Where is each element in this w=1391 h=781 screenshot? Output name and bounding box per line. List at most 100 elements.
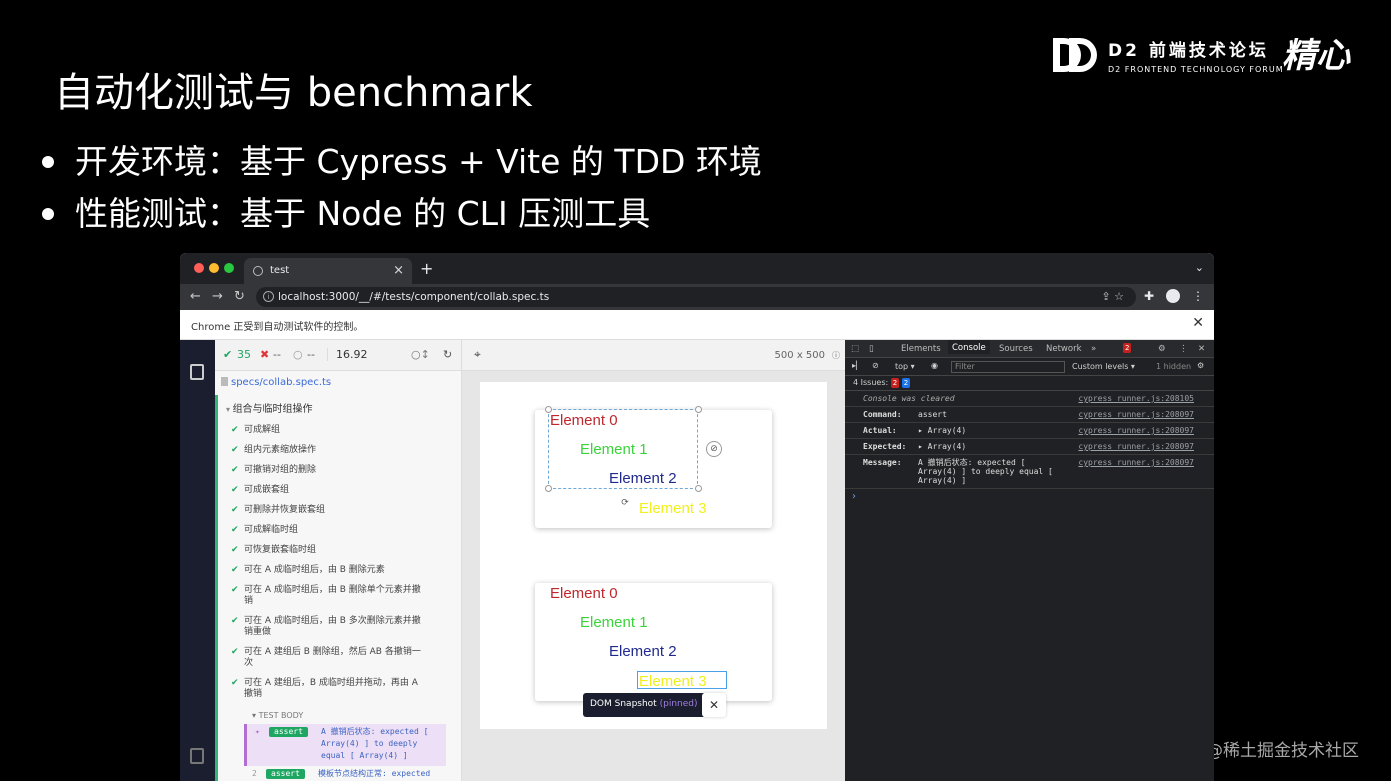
viewport-info-icon[interactable]: ⓘ bbox=[832, 350, 840, 361]
minimize-window-icon[interactable] bbox=[209, 263, 219, 273]
error-count-badge[interactable]: 2 bbox=[1123, 343, 1132, 353]
browser-menu-icon[interactable]: ⋮ bbox=[1192, 289, 1204, 303]
test-item[interactable]: ✔ 可删除并恢复嵌套组 bbox=[218, 501, 427, 521]
pass-check-icon: ✔ bbox=[231, 678, 239, 688]
globe-icon bbox=[253, 266, 263, 276]
test-item[interactable]: ✔ 可在 A 建组后 B 删除组，然后 AB 各撤销一次 bbox=[218, 643, 427, 674]
back-arrow-icon[interactable]: ← bbox=[190, 289, 201, 304]
test-item[interactable]: ✔ 可成解组 bbox=[218, 421, 427, 441]
test-item[interactable]: ✔ 可在 A 成临时组后，由 B 删除单个元素并撤销 bbox=[218, 581, 427, 612]
profile-avatar[interactable] bbox=[1166, 289, 1180, 303]
resize-handle[interactable] bbox=[545, 485, 552, 492]
test-title: 可在 A 成临时组后，由 B 多次删除元素并撤销重做 bbox=[244, 616, 421, 637]
test-item[interactable]: ✔ 可在 A 成临时组后，由 B 多次删除元素并撤销重做 bbox=[218, 612, 427, 643]
command-row[interactable]: 2 assert 模板节点结构正常: expected true to be tru… bbox=[244, 766, 446, 781]
snapshot-close-button[interactable]: ✕ bbox=[702, 693, 726, 717]
console-settings-gear-icon[interactable]: ⚙ bbox=[1197, 361, 1204, 370]
console-log-row[interactable]: Message: A 撤销后状态: expected [ Array(4) ] t… bbox=[845, 455, 1214, 489]
pass-check-icon: ✔ bbox=[231, 545, 239, 555]
tab-sources[interactable]: Sources bbox=[999, 344, 1033, 354]
page-content: ✔ 35 ✖ -- ○ -- 16.92 ○↕ ↻ specs/collab.s… bbox=[180, 340, 1214, 781]
element-0[interactable]: Element 0 bbox=[550, 412, 618, 429]
browser-window: test × + ⌄ ← → ↻ i localhost:3000/__/#/t… bbox=[180, 253, 1214, 781]
site-info-icon[interactable]: i bbox=[263, 291, 274, 302]
log-label: Message: bbox=[863, 458, 902, 467]
element-1[interactable]: Element 1 bbox=[580, 441, 648, 458]
devtools-menu-icon[interactable]: ⋮ bbox=[1179, 344, 1188, 354]
element-2[interactable]: Element 2 bbox=[609, 643, 677, 660]
suite-title[interactable]: ▾ 组合与临时组操作 bbox=[218, 395, 427, 421]
issues-row[interactable]: 4 Issues: 2 2 bbox=[845, 376, 1214, 391]
browser-tab[interactable]: test × bbox=[244, 258, 412, 284]
resize-handle[interactable] bbox=[695, 406, 702, 413]
extensions-puzzle-icon[interactable]: ✚ bbox=[1144, 289, 1154, 303]
command-number: 2 bbox=[252, 769, 257, 778]
devtools-close-icon[interactable]: ✕ bbox=[1198, 344, 1205, 354]
context-select[interactable]: top ▾ bbox=[895, 362, 915, 371]
specs-icon[interactable] bbox=[190, 364, 204, 380]
log-source-link[interactable]: cypress_runner.js:208105 bbox=[1078, 394, 1194, 403]
spec-file-path[interactable]: specs/collab.spec.ts bbox=[215, 371, 461, 395]
element-3[interactable]: Element 3 bbox=[639, 673, 707, 690]
element-3[interactable]: Element 3 bbox=[639, 500, 707, 517]
resize-handle[interactable] bbox=[695, 485, 702, 492]
close-window-icon[interactable] bbox=[194, 263, 204, 273]
log-levels-select[interactable]: Custom levels ▾ bbox=[1072, 362, 1135, 371]
tab-console[interactable]: Console bbox=[948, 340, 990, 354]
reload-icon[interactable]: ↻ bbox=[234, 289, 245, 304]
inspect-element-icon[interactable]: ⬚ bbox=[851, 344, 859, 354]
rotate-icon[interactable]: ⟳ bbox=[617, 496, 633, 512]
console-log-row[interactable]: Command: assert cypress_runner.js:208097 bbox=[845, 407, 1214, 423]
more-tabs-icon[interactable]: » bbox=[1091, 344, 1096, 354]
tab-network[interactable]: Network bbox=[1046, 344, 1082, 354]
sidebar-toggle-icon[interactable]: ▸▏ bbox=[852, 361, 862, 370]
forward-arrow-icon[interactable]: → bbox=[212, 289, 223, 304]
tab-elements[interactable]: Elements bbox=[901, 344, 941, 354]
test-suite: ▾ 组合与临时组操作 ✔ 可成解组 ✔ 组内元素缩放操作 ✔ 可撤销对组的删除 ✔ 可成嵌套组… bbox=[215, 395, 446, 781]
keyboard-shortcut-icon[interactable] bbox=[190, 748, 204, 764]
element-1[interactable]: Element 1 bbox=[580, 614, 648, 631]
console-prompt[interactable]: › bbox=[845, 489, 1214, 502]
devtools-settings-gear-icon[interactable]: ⚙ bbox=[1158, 344, 1166, 354]
test-item[interactable]: ✔ 组内元素缩放操作 bbox=[218, 441, 427, 461]
infobar-close-icon[interactable]: ✕ bbox=[1192, 315, 1204, 331]
console-log-row[interactable]: Console was cleared cypress_runner.js:208… bbox=[845, 391, 1214, 407]
log-label: Console was cleared bbox=[863, 394, 955, 403]
element-2[interactable]: Element 2 bbox=[609, 470, 677, 487]
test-item[interactable]: ✔ 可撤销对组的删除 bbox=[218, 461, 427, 481]
test-item[interactable]: ✔ 可在 A 成临时组后，由 B 删除元素 bbox=[218, 561, 427, 581]
url-text: localhost:3000/__/#/tests/component/coll… bbox=[278, 291, 550, 303]
pass-check-icon: ✔ bbox=[231, 485, 239, 495]
close-tab-icon[interactable]: × bbox=[393, 263, 404, 278]
bookmark-star-icon[interactable]: ⇪ ☆ bbox=[1101, 290, 1124, 303]
auto-scroll-icon[interactable]: ○↕ bbox=[411, 348, 430, 361]
unlink-icon[interactable]: ⊘ bbox=[706, 441, 722, 457]
collab-card-a: ⊘ ⟳ Element 0 Element 1 Element 2 Elemen… bbox=[535, 406, 772, 528]
console-log-row[interactable]: Expected: ▸ Array(4) cypress_runner.js:208… bbox=[845, 439, 1214, 455]
test-item[interactable]: ✔ 可在 A 建组后，B 成临时组并拖动，再由 A 撤销 bbox=[218, 674, 427, 705]
bullet-text: 开发环境：基于 Cypress + Vite 的 TDD 环境 bbox=[75, 142, 762, 181]
rerun-icon[interactable]: ↻ bbox=[443, 348, 452, 361]
log-source-link[interactable]: cypress_runner.js:208097 bbox=[1078, 458, 1194, 467]
log-label: Expected: bbox=[863, 442, 907, 451]
live-expression-eye-icon[interactable]: ◉ bbox=[931, 361, 938, 370]
log-source-link[interactable]: cypress_runner.js:208097 bbox=[1078, 426, 1194, 435]
test-item[interactable]: ✔ 可成嵌套组 bbox=[218, 481, 427, 501]
console-filter-input[interactable]: Filter bbox=[951, 361, 1065, 373]
maximize-window-icon[interactable] bbox=[224, 263, 234, 273]
address-bar[interactable]: i localhost:3000/__/#/tests/component/co… bbox=[256, 287, 1136, 307]
test-body-label[interactable]: ▾ TEST BODY bbox=[218, 705, 427, 724]
log-source-link[interactable]: cypress_runner.js:208097 bbox=[1078, 410, 1194, 419]
test-item[interactable]: ✔ 可恢复嵌套临时组 bbox=[218, 541, 427, 561]
command-row[interactable]: ✦ assert A 撤销后状态: expected [ Array(4) ] to… bbox=[244, 724, 446, 766]
selector-playground-icon[interactable]: ⌖ bbox=[474, 347, 481, 362]
pin-icon: ✦ bbox=[255, 727, 260, 736]
new-tab-button[interactable]: + bbox=[420, 259, 433, 278]
test-item[interactable]: ✔ 可成解临时组 bbox=[218, 521, 427, 541]
element-0[interactable]: Element 0 bbox=[550, 585, 618, 602]
console-log-row[interactable]: Actual: ▸ Array(4) cypress_runner.js:20809… bbox=[845, 423, 1214, 439]
device-toggle-icon[interactable]: ▯ bbox=[869, 344, 874, 354]
tab-search-chevron-icon[interactable]: ⌄ bbox=[1195, 261, 1204, 274]
clear-console-icon[interactable]: ⊘ bbox=[872, 361, 879, 370]
log-source-link[interactable]: cypress_runner.js:208097 bbox=[1078, 442, 1194, 451]
